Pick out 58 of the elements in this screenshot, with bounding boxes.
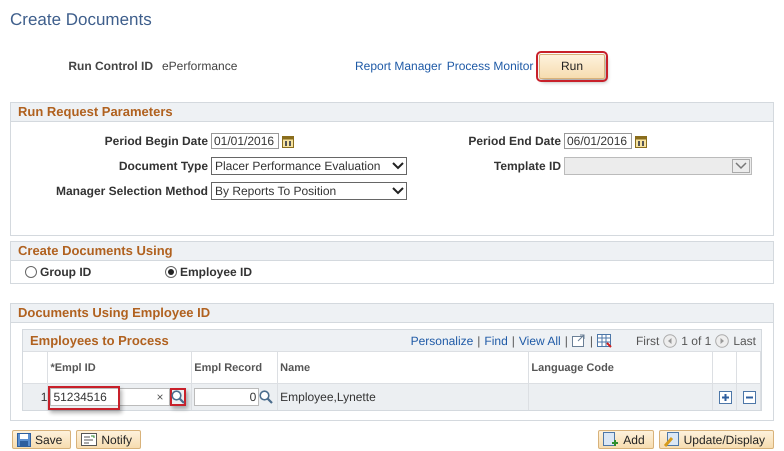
caret-icon <box>735 162 747 170</box>
link[interactable]: Personalize <box>410 334 474 348</box>
spreadsheet-icon[interactable] <box>596 334 612 348</box>
add-row-icon[interactable] <box>719 390 732 404</box>
calendar-icon[interactable] <box>635 134 647 148</box>
radio-button[interactable] <box>25 266 37 278</box>
column-header: *Empl ID <box>48 352 192 384</box>
separator: | <box>564 334 568 348</box>
field-value: ePerformance <box>162 59 238 73</box>
caret-icon <box>392 187 404 195</box>
field-label: Period End Date <box>467 134 561 148</box>
caret-icon <box>392 162 404 170</box>
date-field[interactable]: 06/01/2016 <box>564 133 632 149</box>
separator: | <box>590 334 593 348</box>
grid-title: Employees to Process <box>30 333 169 348</box>
page-count: 1 of 1 <box>681 334 712 348</box>
radio-button[interactable] <box>165 266 177 278</box>
section-header: Run Request Parameters <box>11 103 773 122</box>
section-header: Create Documents Using <box>11 242 773 261</box>
link[interactable]: Find <box>484 334 508 348</box>
field-label: Template ID <box>492 159 561 173</box>
popup-window-icon[interactable] <box>572 334 586 347</box>
delete-row-icon[interactable] <box>743 390 756 404</box>
save-button[interactable]: Save <box>12 430 72 449</box>
separator: | <box>512 334 515 348</box>
note-icon <box>81 433 98 446</box>
search-icon[interactable] <box>259 390 274 404</box>
field-label: Period Begin Date <box>104 134 208 148</box>
page-add-icon <box>603 432 620 447</box>
column-header: Language Code <box>528 352 713 384</box>
separator: | <box>477 334 480 348</box>
field-label: Manager Selection Method <box>54 184 208 198</box>
dropdown[interactable]: By Reports To Position <box>211 182 407 200</box>
lookup-button[interactable] <box>170 388 186 406</box>
clear-button[interactable]: × <box>156 390 168 404</box>
page-title: Create Documents <box>10 9 153 31</box>
link[interactable]: View All <box>518 334 561 348</box>
update-button[interactable]: Update/Display <box>658 430 774 449</box>
radio-label: Group ID <box>40 265 92 279</box>
notify-button[interactable]: Notify <box>76 430 142 449</box>
column-header: Name <box>278 352 529 384</box>
section-header: Documents Using Employee ID <box>11 304 773 323</box>
row-number: 1 <box>23 384 48 410</box>
last-label: Last <box>733 334 756 348</box>
calendar-icon[interactable] <box>282 134 294 148</box>
table-cell: Employee,Lynette <box>280 390 376 404</box>
first-label: First <box>636 334 660 348</box>
link[interactable]: Process Monitor <box>446 59 534 73</box>
radio-label: Employee ID <box>180 265 252 279</box>
date-field[interactable]: 01/01/2016 <box>211 133 279 149</box>
input-field[interactable]: 0 <box>194 388 260 406</box>
page-pencil-icon <box>664 432 680 447</box>
link[interactable]: Report Manager <box>355 59 442 73</box>
column-header: Empl Record <box>192 352 278 384</box>
field-label: Document Type <box>118 159 208 173</box>
dropdown[interactable]: Placer Performance Evaluation <box>211 157 407 175</box>
field-label: Run Control ID <box>67 59 153 73</box>
add-button[interactable]: Add <box>598 430 654 449</box>
